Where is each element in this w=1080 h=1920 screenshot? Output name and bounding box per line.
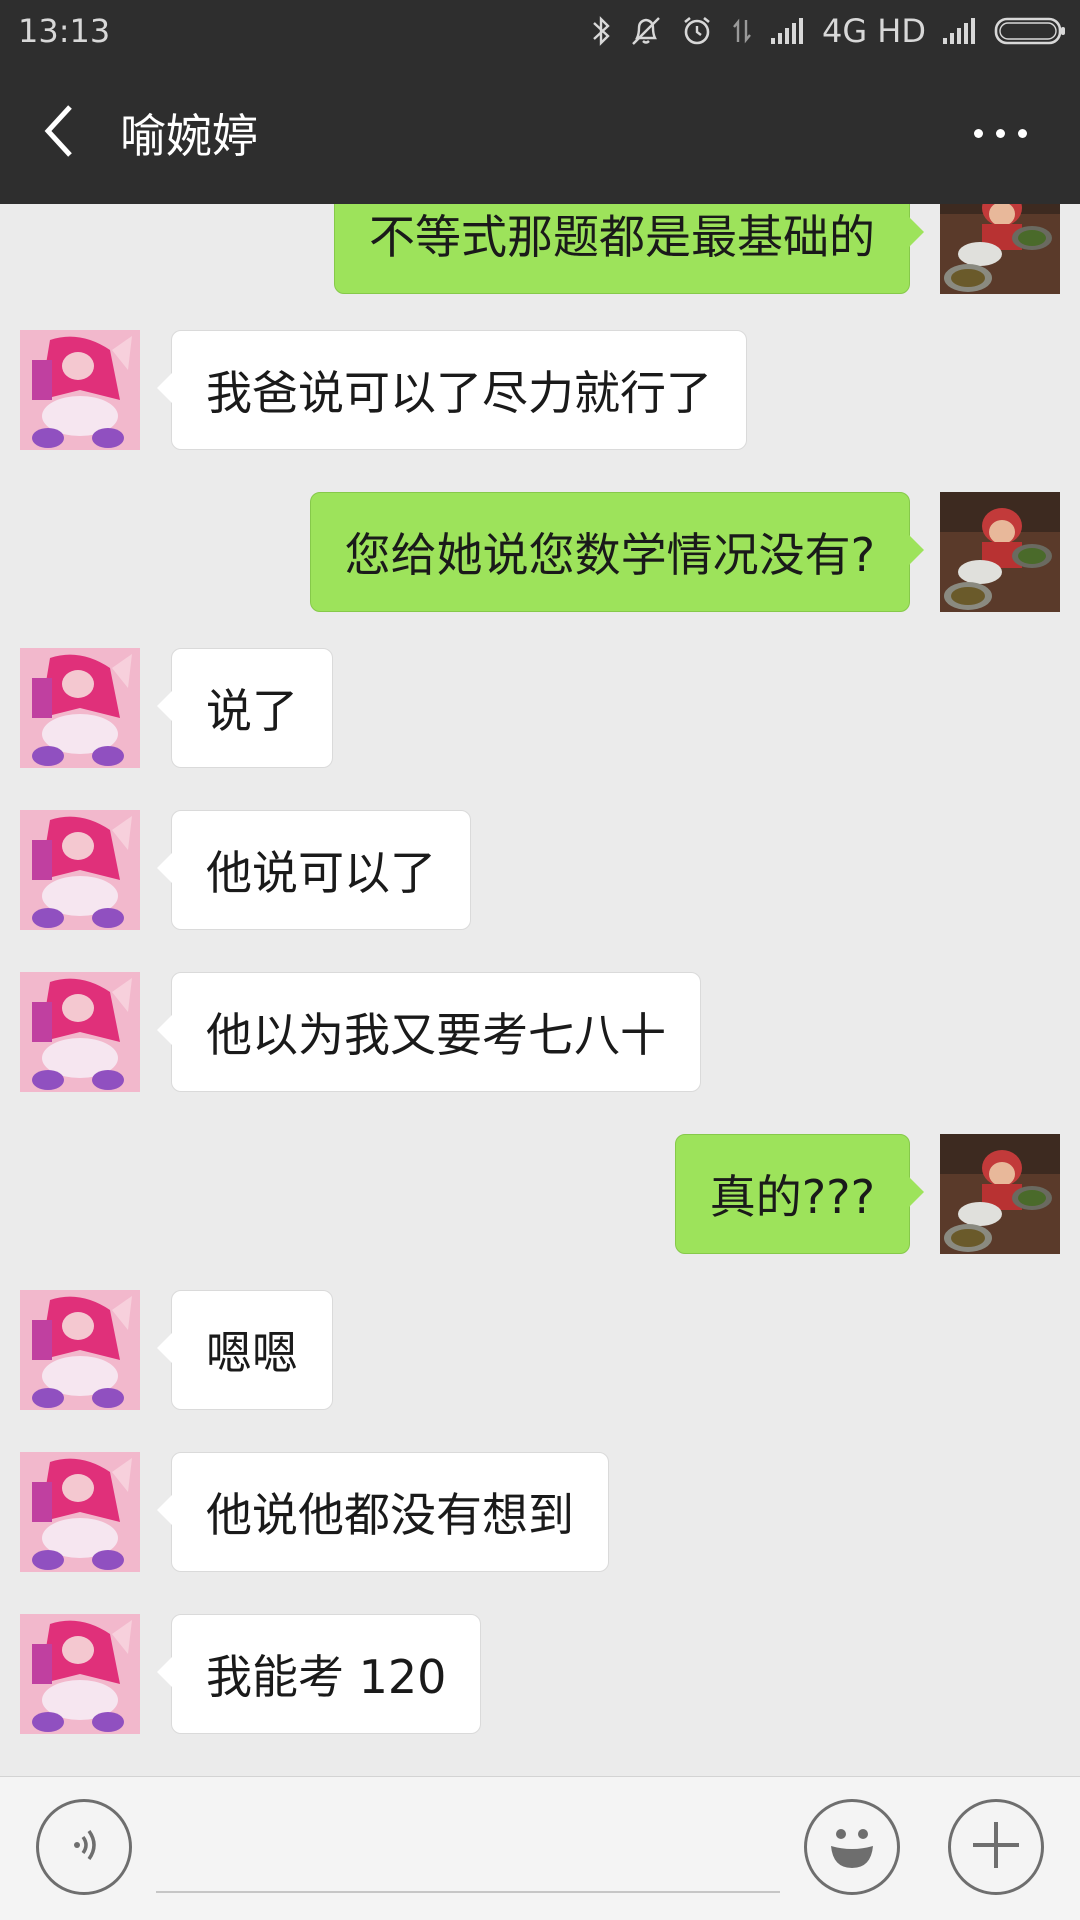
signal-icon (942, 16, 978, 46)
avatar-contact[interactable] (20, 330, 140, 450)
message-bubble-received[interactable]: 我能考 120 (157, 1614, 482, 1734)
chevron-left-icon (40, 101, 80, 165)
message-text: 说了 (206, 684, 298, 738)
bluetooth-icon (590, 14, 612, 48)
message-row-received: 他说他都没有想到 (0, 1452, 1080, 1572)
message-row-received: 嗯嗯 (0, 1290, 1080, 1410)
message-text: 真的??? (709, 1170, 875, 1224)
voice-button[interactable] (36, 1799, 132, 1895)
chat-header: 喻婉婷 (0, 62, 1080, 204)
network-type-label: 4G HD (821, 12, 926, 50)
avatar-contact[interactable] (20, 648, 140, 768)
data-arrows-icon (730, 14, 754, 48)
plus-icon (967, 1816, 1025, 1878)
avatar-contact[interactable] (20, 972, 140, 1092)
emoji-button[interactable] (804, 1799, 900, 1895)
message-text: 我能考 120 (206, 1650, 447, 1704)
message-row-received: 我能考 120 (0, 1614, 1080, 1734)
message-row-sent: 您给她说您数学情况没有? (0, 492, 1080, 612)
emoji-icon (819, 1812, 885, 1882)
message-row-received: 他以为我又要考七八十 (0, 972, 1080, 1092)
message-text: 嗯嗯 (206, 1326, 298, 1380)
message-text: 我爸说可以了尽力就行了 (206, 366, 712, 420)
more-dots-icon (973, 128, 983, 138)
message-row-received: 说了 (0, 648, 1080, 768)
message-row-sent: 不等式那题都是最基础的 (0, 204, 1080, 294)
message-bubble-received[interactable]: 他说他都没有想到 (157, 1452, 609, 1572)
voice-icon (59, 1820, 109, 1874)
avatar-self[interactable] (940, 1134, 1060, 1254)
alarm-icon (680, 14, 714, 48)
message-text: 他说他都没有想到 (206, 1488, 574, 1542)
message-bubble-sent[interactable]: 您给她说您数学情况没有? (309, 492, 924, 612)
status-time: 13:13 (18, 12, 111, 50)
avatar-contact[interactable] (20, 810, 140, 930)
avatar-contact[interactable] (20, 1614, 140, 1734)
message-input[interactable] (156, 1807, 780, 1893)
signal-icon (770, 16, 806, 46)
battery-icon (994, 16, 1066, 46)
message-text: 他说可以了 (206, 846, 436, 900)
plus-button[interactable] (948, 1799, 1044, 1895)
message-text: 不等式那题都是最基础的 (369, 210, 875, 264)
message-bubble-received[interactable]: 他说可以了 (157, 810, 471, 930)
message-bubble-received[interactable]: 说了 (157, 648, 333, 768)
message-bubble-received[interactable]: 我爸说可以了尽力就行了 (157, 330, 747, 450)
more-options-button[interactable] (950, 62, 1050, 204)
chat-title: 喻婉婷 (120, 109, 258, 163)
message-text: 您给她说您数学情况没有? (344, 528, 875, 582)
input-bar (0, 1776, 1080, 1920)
message-bubble-received[interactable]: 嗯嗯 (157, 1290, 333, 1410)
message-row-received: 我爸说可以了尽力就行了 (0, 330, 1080, 450)
avatar-contact[interactable] (20, 1452, 140, 1572)
message-bubble-sent[interactable]: 不等式那题都是最基础的 (334, 204, 924, 294)
message-row-sent: 真的??? (0, 1134, 1080, 1254)
back-button[interactable] (0, 62, 120, 204)
avatar-self[interactable] (940, 492, 1060, 612)
status-icons: 4G HD (590, 12, 1066, 50)
mute-icon (628, 14, 664, 48)
avatar-self[interactable] (940, 204, 1060, 294)
message-text: 他以为我又要考七八十 (206, 1008, 666, 1062)
message-bubble-received[interactable]: 他以为我又要考七八十 (157, 972, 701, 1092)
message-list[interactable]: 不等式那题都是最基础的 我爸说可以了尽力就行了 您给她说您数学情况没有? 说了 … (0, 204, 1080, 1776)
message-row-received: 他说可以了 (0, 810, 1080, 930)
status-bar: 13:13 4G HD (0, 0, 1080, 62)
message-bubble-sent[interactable]: 真的??? (674, 1134, 924, 1254)
avatar-contact[interactable] (20, 1290, 140, 1410)
